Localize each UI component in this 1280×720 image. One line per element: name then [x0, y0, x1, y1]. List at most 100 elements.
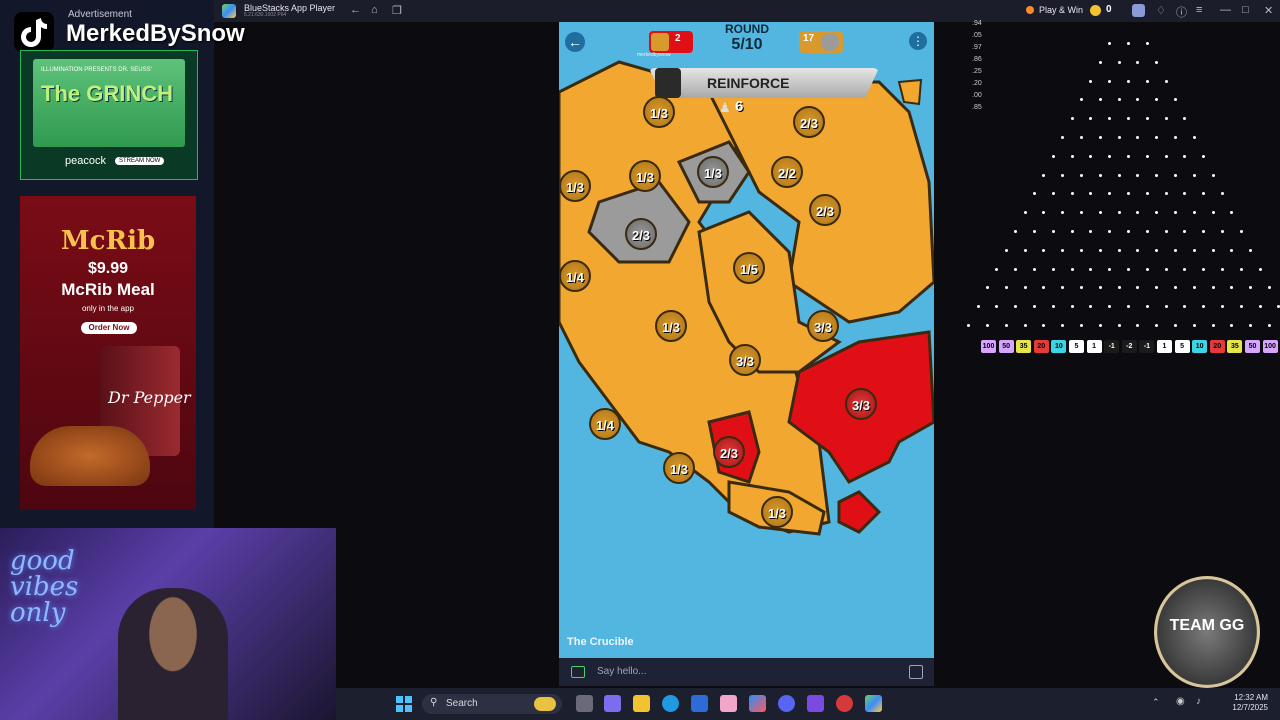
plinko-peg	[1117, 173, 1121, 177]
stream-overlay-panel: Advertisement MerkedBySnow ILLUMINATION …	[0, 0, 245, 528]
territory-node[interactable]: 1/3	[761, 496, 793, 528]
system-clock[interactable]: 12:32 AM 12/7/2025	[1220, 693, 1268, 713]
file-explorer-icon[interactable]	[633, 695, 650, 712]
close-icon[interactable]: ✕	[1264, 4, 1273, 17]
plinko-peg	[1070, 230, 1074, 233]
back-icon[interactable]: ←	[350, 4, 361, 16]
plinko-peg	[1145, 230, 1149, 233]
territory-node[interactable]: 1/3	[629, 160, 661, 192]
plinko-peg	[1080, 173, 1083, 177]
territory-node[interactable]: 3/3	[807, 310, 839, 342]
plinko-peg	[1080, 324, 1083, 327]
territory-node[interactable]: 2/3	[793, 106, 825, 138]
plinko-slot: 5	[1069, 340, 1084, 353]
plinko-peg	[1108, 305, 1112, 309]
coin-count: 0	[1106, 4, 1112, 15]
mcdonalds-ad[interactable]: McRib $9.99 McRib Meal only in the app O…	[20, 196, 196, 510]
plinko-peg	[1098, 248, 1102, 252]
plinko-peg	[1042, 173, 1046, 177]
territory-node[interactable]: 1/3	[655, 310, 687, 342]
plinko-peg	[1192, 173, 1196, 177]
task-view-icon[interactable]	[576, 695, 593, 712]
minimize-icon[interactable]: —	[1220, 4, 1231, 16]
game-screen[interactable]: ← 2 merkedbysnow ROUND 5/10 17 ⋮ REINFOR…	[559, 22, 934, 658]
plinko-peg	[1155, 324, 1159, 327]
territory-node[interactable]: 2/3	[625, 218, 657, 250]
plinko-slot: 35	[1016, 340, 1032, 353]
more-options-icon[interactable]: ⋮	[909, 32, 927, 50]
territory-node[interactable]: 1/3	[559, 170, 591, 202]
territory-node[interactable]: 2/3	[713, 436, 745, 468]
store-icon[interactable]	[691, 695, 708, 712]
territory-node[interactable]: 1/3	[697, 156, 729, 188]
territory-node[interactable]: 1/3	[643, 96, 675, 128]
plinko-peg	[1061, 136, 1065, 139]
plinko-peg	[1145, 192, 1149, 196]
wifi-icon[interactable]: ◉	[1176, 696, 1185, 707]
maximize-icon[interactable]: □	[1242, 4, 1249, 16]
help-icon[interactable]: ⓘ	[1176, 4, 1187, 20]
drink-label: Dr Pepper	[108, 388, 191, 407]
home-icon[interactable]: ⌂	[371, 4, 378, 16]
plinko-peg	[1033, 230, 1036, 233]
notes-icon[interactable]	[720, 695, 737, 712]
ad-label: Advertisement	[68, 9, 132, 20]
territory-node[interactable]: 2/2	[771, 156, 803, 188]
territory-node[interactable]: 2/3	[809, 194, 841, 226]
territory-node[interactable]: 1/4	[559, 260, 591, 292]
order-now-button[interactable]: Order Now	[81, 322, 137, 334]
copilot-icon[interactable]	[749, 695, 766, 712]
chat-input[interactable]: Say hello...	[597, 666, 646, 677]
bluestacks-taskbar-icon[interactable]	[865, 695, 882, 712]
plinko-peg	[967, 324, 971, 327]
plinko-peg	[1164, 117, 1168, 121]
plinko-peg	[1098, 286, 1102, 290]
search-label: Search	[446, 698, 478, 709]
plinko-peg	[1192, 286, 1196, 290]
stream-now-button[interactable]: STREAM NOW	[115, 157, 165, 165]
back-arrow-icon[interactable]: ←	[565, 32, 585, 52]
chat-bar[interactable]: Say hello...	[559, 658, 934, 686]
teams-icon[interactable]	[604, 695, 621, 712]
plinko-peg	[1127, 117, 1130, 121]
plinko-peg	[1117, 98, 1121, 102]
obs-icon[interactable]	[836, 695, 853, 712]
round-value: 5/10	[731, 36, 763, 53]
windows-taskbar: ⚲ Search ⌃ ◉ ♪ 12:32 AM 12/7/2025	[336, 688, 1280, 720]
troop-icon: ♟	[719, 100, 731, 115]
notification-icon[interactable]: ♢	[1156, 4, 1166, 17]
play-win-link[interactable]: Play & Win	[1039, 5, 1083, 15]
volume-icon[interactable]: ♪	[1196, 696, 1201, 707]
taskbar-search[interactable]: ⚲ Search	[422, 694, 562, 714]
plinko-peg	[1249, 286, 1253, 290]
grinch-ad[interactable]: ILLUMINATION PRESENTS DR. SEUSS' The GRI…	[20, 50, 198, 180]
plinko-peg	[1202, 267, 1206, 271]
windows-start-icon[interactable]	[396, 696, 412, 712]
tray-chevron-icon[interactable]: ⌃	[1152, 697, 1160, 708]
territory-node[interactable]: 1/4	[589, 408, 621, 440]
territory-node[interactable]: 1/5	[733, 252, 765, 284]
edge-icon[interactable]	[662, 695, 679, 712]
map-island-ne	[897, 78, 923, 106]
plinko-peg	[1127, 305, 1130, 309]
plinko-peg	[1089, 79, 1093, 83]
app-icon[interactable]	[807, 695, 824, 712]
sticker-icon[interactable]	[909, 665, 923, 679]
profile-avatar[interactable]	[1132, 4, 1145, 17]
territory-node[interactable]: 1/3	[663, 452, 695, 484]
plinko-peg	[1221, 230, 1224, 233]
plinko-peg	[1136, 211, 1140, 215]
territory-node[interactable]: 3/3	[729, 344, 761, 376]
plinko-slot: 100	[1262, 340, 1278, 353]
plinko-peg	[1202, 154, 1206, 158]
plinko-peg	[1145, 267, 1149, 271]
player-avatar	[651, 33, 669, 51]
plinko-peg	[1061, 248, 1065, 252]
menu-icon[interactable]: ≡	[1196, 4, 1202, 16]
territory-node[interactable]: 3/3	[845, 388, 877, 420]
discord-icon[interactable]	[778, 695, 795, 712]
plinko-peg	[1033, 305, 1036, 309]
plinko-peg	[1070, 267, 1074, 271]
recent-apps-icon[interactable]: ❐	[392, 4, 402, 17]
plinko-peg	[1211, 286, 1215, 290]
